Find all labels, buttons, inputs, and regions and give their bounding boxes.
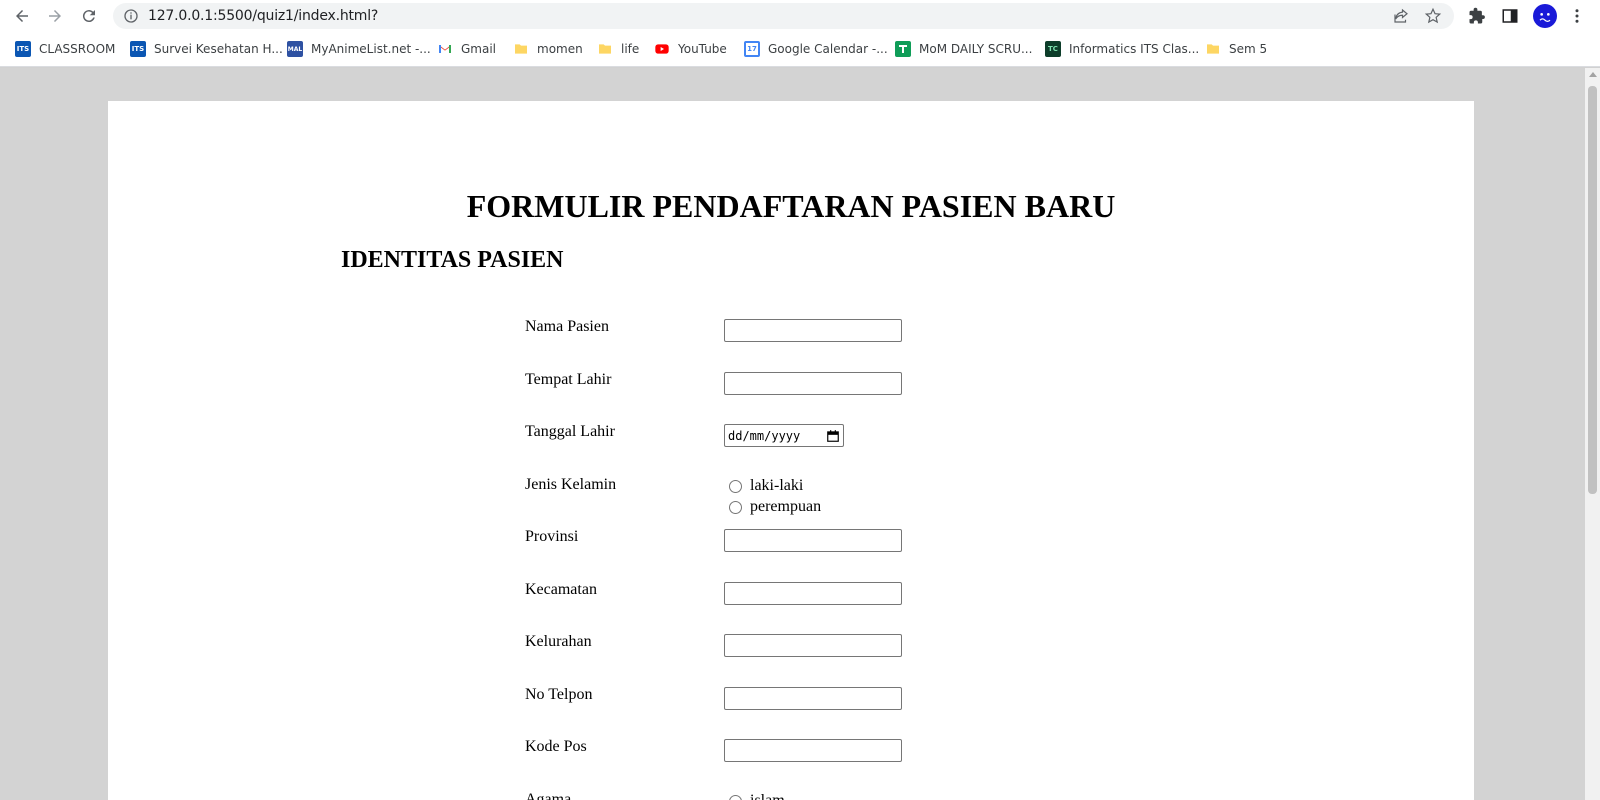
bookmark-label: Gmail	[461, 42, 497, 56]
bookmark-myanimelist[interactable]: MAL MyAnimeList.net -...	[287, 40, 431, 58]
calendar-icon: 17	[744, 41, 760, 57]
bookmark-label: YouTube	[678, 42, 727, 56]
side-panel-button[interactable]	[1498, 4, 1522, 28]
date-placeholder: dd/mm/yyyy	[728, 428, 801, 443]
gmail-icon	[439, 45, 451, 53]
kecamatan-input[interactable]	[724, 582, 902, 605]
page-title: FORMULIR PENDAFTARAN PASIEN BARU	[466, 188, 1116, 224]
kecamatan-label: Kecamatan	[525, 581, 597, 598]
bookmark-gmail[interactable]: Gmail	[437, 40, 496, 58]
bookmark-label: momen	[537, 42, 583, 56]
tempat-lahir-input[interactable]	[724, 372, 902, 395]
bookmark-classroom[interactable]: ITS CLASSROOM	[15, 40, 115, 58]
radio-label: islam	[750, 792, 785, 800]
reload-icon	[82, 10, 95, 23]
tanggal-lahir-input[interactable]: dd/mm/yyyy	[724, 424, 844, 447]
info-icon[interactable]	[123, 8, 139, 24]
browser-toolbar: 127.0.0.1:5500/quiz1/index.html?	[0, 0, 1600, 31]
scroll-up-arrow-icon[interactable]	[1589, 72, 1597, 77]
bookmark-label: life	[621, 42, 640, 56]
no-telpon-label: No Telpon	[525, 686, 593, 703]
its-icon: ITS	[15, 41, 31, 57]
bookmark-label: Google Calendar -...	[768, 42, 888, 56]
its-icon: ITS	[130, 41, 146, 57]
no-telpon-input[interactable]	[724, 687, 902, 710]
bookmark-sem5[interactable]: Sem 5	[1205, 40, 1267, 58]
nama-pasien-label: Nama Pasien	[525, 318, 609, 335]
extensions-button[interactable]	[1465, 4, 1489, 28]
bookmark-label: CLASSROOM	[39, 42, 116, 56]
kode-pos-label: Kode Pos	[525, 738, 587, 755]
mal-icon: MAL	[287, 41, 303, 57]
radio-label: laki-laki	[750, 477, 804, 494]
tc-icon: TC	[1045, 41, 1061, 57]
reload-button[interactable]	[76, 3, 102, 29]
agama-label: Agama	[525, 791, 572, 800]
bookmark-life[interactable]: life	[597, 40, 639, 58]
bookmark-momen[interactable]: momen	[513, 40, 583, 58]
youtube-icon	[655, 44, 669, 54]
agama-option-islam[interactable]: islam	[729, 792, 785, 800]
tempat-lahir-label: Tempat Lahir	[525, 371, 612, 388]
scrollbar-thumb[interactable]	[1588, 86, 1597, 494]
puzzle-icon	[1469, 7, 1485, 24]
gender-option-perempuan[interactable]: perempuan	[729, 498, 821, 516]
arrow-right-icon	[49, 10, 61, 22]
radio-button[interactable]	[729, 500, 742, 514]
radio-button[interactable]	[729, 794, 742, 800]
folder-icon	[599, 44, 611, 54]
arrow-left-icon	[16, 10, 28, 22]
url-text[interactable]: 127.0.0.1:5500/quiz1/index.html?	[148, 8, 378, 24]
jenis-kelamin-label: Jenis Kelamin	[525, 476, 617, 493]
page-viewport: FORMULIR PENDAFTARAN PASIEN BARU IDENTIT…	[0, 68, 1585, 800]
provinsi-input[interactable]	[724, 529, 902, 552]
kelurahan-label: Kelurahan	[525, 633, 592, 650]
bookmark-informatics-its[interactable]: TC Informatics ITS Clas...	[1045, 40, 1199, 58]
side-panel-icon	[1502, 9, 1518, 23]
address-bar[interactable]: 127.0.0.1:5500/quiz1/index.html?	[113, 3, 1454, 29]
browser-menu-button[interactable]	[1565, 4, 1589, 28]
kelurahan-input[interactable]	[724, 634, 902, 657]
bookmark-youtube[interactable]: YouTube	[654, 40, 727, 58]
radio-button[interactable]	[729, 479, 742, 493]
sheets-icon	[895, 41, 911, 57]
back-button[interactable]	[9, 3, 35, 29]
calendar-picker-icon[interactable]	[826, 429, 840, 443]
bookmark-label: MoM DAILY SCRU...	[919, 42, 1033, 56]
bookmark-label: Survei Kesehatan H...	[154, 42, 283, 56]
bookmark-label: Sem 5	[1229, 42, 1268, 56]
bookmark-label: Informatics ITS Clas...	[1069, 42, 1200, 56]
bookmark-google-calendar[interactable]: 17 Google Calendar -...	[744, 40, 888, 58]
tanggal-lahir-label: Tanggal Lahir	[525, 423, 615, 440]
bookmark-label: MyAnimeList.net -...	[311, 42, 431, 56]
radio-label: perempuan	[750, 498, 822, 515]
bookmark-mom-daily[interactable]: MoM DAILY SCRU...	[895, 40, 1032, 58]
forward-button[interactable]	[42, 3, 68, 29]
gender-option-laki-laki[interactable]: laki-laki	[729, 477, 803, 495]
kode-pos-input[interactable]	[724, 739, 902, 762]
avatar-face-icon	[1539, 13, 1551, 23]
form-container: FORMULIR PENDAFTARAN PASIEN BARU IDENTIT…	[108, 101, 1474, 800]
share-icon[interactable]	[1392, 7, 1410, 25]
bookmark-survei[interactable]: ITS Survei Kesehatan H...	[130, 40, 283, 58]
profile-avatar[interactable]	[1533, 4, 1557, 28]
vertical-scrollbar[interactable]	[1585, 68, 1600, 800]
folder-icon	[1207, 44, 1219, 54]
section-title: IDENTITAS PASIEN	[341, 247, 564, 273]
provinsi-label: Provinsi	[525, 528, 579, 545]
folder-icon	[515, 44, 527, 54]
bookmarks-bar: ITS CLASSROOM ITS Survei Kesehatan H... …	[0, 31, 1600, 67]
kebab-menu-icon	[1575, 9, 1579, 23]
bookmark-star-icon[interactable]	[1424, 7, 1442, 25]
nama-pasien-input[interactable]	[724, 319, 902, 342]
